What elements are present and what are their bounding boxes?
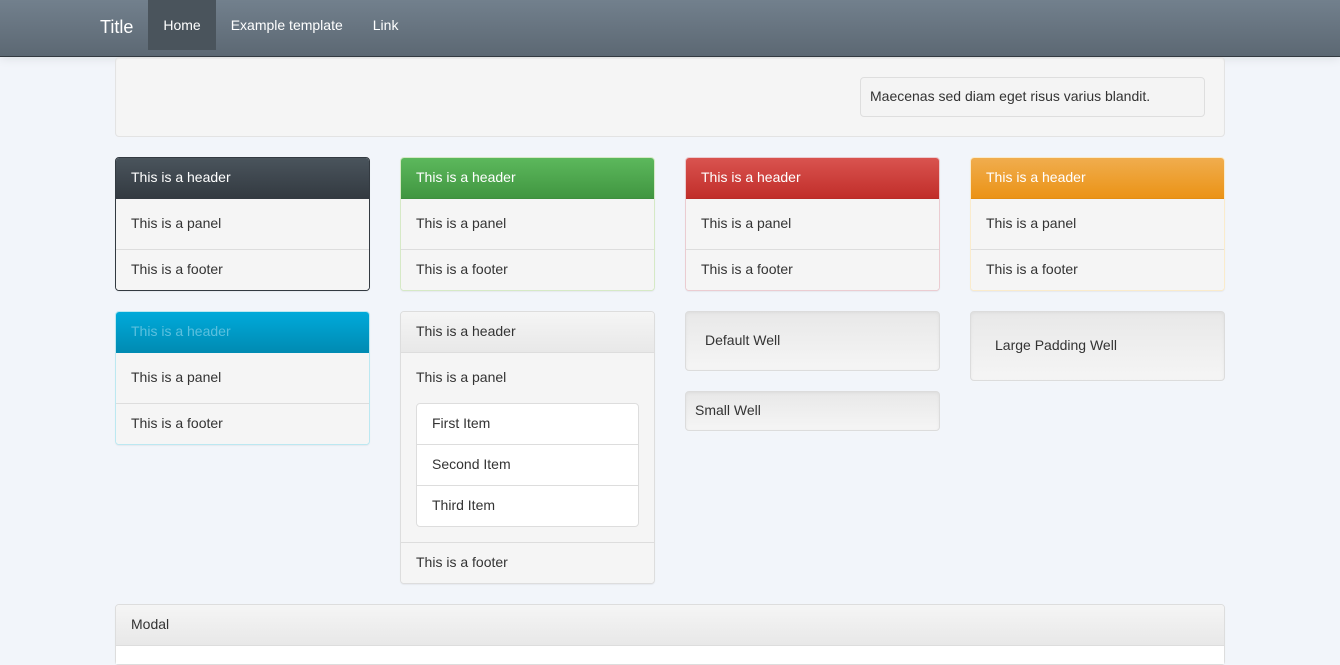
- nav-link[interactable]: Link: [358, 0, 414, 50]
- panels-row-1: This is a header This is a panel This is…: [115, 157, 1225, 291]
- panel-info: This is a header This is a panel This is…: [115, 311, 370, 445]
- panel-success: This is a header This is a panel This is…: [400, 157, 655, 291]
- panel-footer: This is a footer: [401, 542, 654, 583]
- nav-item-home[interactable]: Home: [148, 0, 215, 56]
- list-item[interactable]: Third Item: [416, 485, 639, 527]
- top-inner-well: Maecenas sed diam eget risus varius blan…: [860, 77, 1205, 117]
- well-large: Large Padding Well: [970, 311, 1225, 381]
- panel-header: This is a header: [401, 312, 654, 353]
- panel-danger: This is a header This is a panel This is…: [685, 157, 940, 291]
- panel-body: This is a panel: [401, 199, 654, 249]
- navbar-brand[interactable]: Title: [100, 0, 148, 56]
- list-group: First Item Second Item Third Item: [416, 403, 639, 527]
- panel-warning: This is a header This is a panel This is…: [970, 157, 1225, 291]
- list-item[interactable]: Second Item: [416, 444, 639, 486]
- list-item[interactable]: First Item: [416, 403, 639, 445]
- nav-item-link[interactable]: Link: [358, 0, 414, 56]
- panel-body: This is a panel: [116, 353, 369, 403]
- top-container-well: Maecenas sed diam eget risus varius blan…: [115, 57, 1225, 137]
- panel-header: This is a header: [686, 158, 939, 199]
- panels-row-2: This is a header This is a panel This is…: [115, 311, 1225, 584]
- panel-body: This is a panel First Item Second Item T…: [401, 353, 654, 542]
- panel-footer: This is a footer: [686, 249, 939, 290]
- nav-item-example-template[interactable]: Example template: [216, 0, 358, 56]
- panel-footer: This is a footer: [116, 403, 369, 444]
- well-default: Default Well: [685, 311, 940, 371]
- panel-body-text: This is a panel: [416, 369, 506, 385]
- panel-header: This is a header: [971, 158, 1224, 199]
- panel-body: This is a panel: [971, 199, 1224, 249]
- panel-primary: This is a header This is a panel This is…: [115, 157, 370, 291]
- panel-footer: This is a footer: [401, 249, 654, 290]
- nav-link[interactable]: Example template: [216, 0, 358, 50]
- modal-header: Modal: [116, 605, 1224, 646]
- panel-body: This is a panel: [686, 199, 939, 249]
- well-small: Small Well: [685, 391, 940, 431]
- modal-section: Modal: [115, 604, 1225, 665]
- nav-link[interactable]: Home: [148, 0, 215, 50]
- panel-header: This is a header: [116, 158, 369, 199]
- panel-footer: This is a footer: [116, 249, 369, 290]
- panel-footer: This is a footer: [971, 249, 1224, 290]
- panel-header: This is a header: [401, 158, 654, 199]
- modal-body: [116, 646, 1224, 664]
- panel-default-list: This is a header This is a panel First I…: [400, 311, 655, 584]
- navbar-nav: Home Example template Link: [148, 0, 413, 56]
- navbar: Title Home Example template Link: [0, 0, 1340, 57]
- panel-header: This is a header: [116, 312, 369, 353]
- panel-body: This is a panel: [116, 199, 369, 249]
